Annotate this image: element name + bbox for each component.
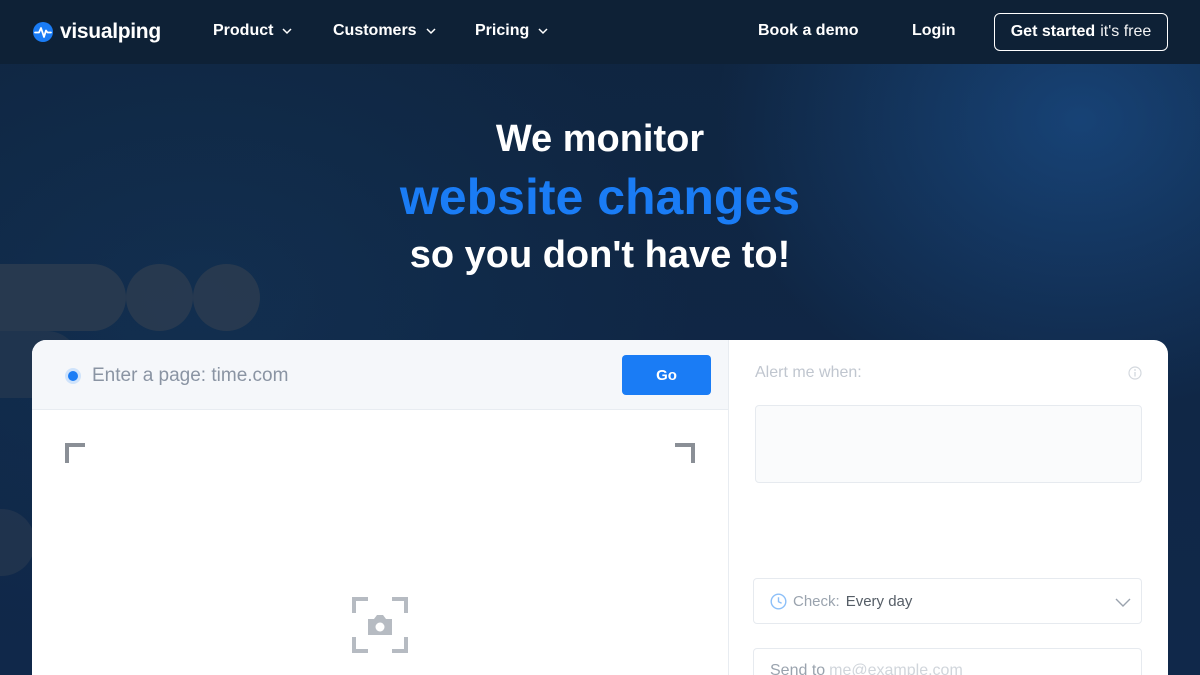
email-input[interactable] xyxy=(829,662,1130,675)
chevron-down-icon xyxy=(1115,598,1131,607)
book-demo-link[interactable]: Book a demo xyxy=(758,22,858,40)
get-started-button[interactable]: Get started it's free xyxy=(994,13,1168,51)
monitor-form-card: Go Alert me when: xyxy=(32,340,1168,675)
nav-product[interactable]: Product xyxy=(213,22,293,40)
frame-corner-icon xyxy=(675,443,695,463)
check-label: Check: xyxy=(793,592,840,610)
camera-frame-icon xyxy=(352,597,408,653)
info-icon[interactable] xyxy=(1128,366,1142,380)
clock-icon xyxy=(770,592,787,610)
nav-product-label: Product xyxy=(213,22,274,39)
chevron-down-icon xyxy=(426,28,436,35)
nav-pricing-label: Pricing xyxy=(475,22,530,39)
top-navigation: visualping Product Customers Pricing Boo… xyxy=(0,0,1200,64)
send-to-label: Send to xyxy=(770,662,826,675)
logo[interactable]: visualping xyxy=(32,20,161,44)
cta-light-text: it's free xyxy=(1100,23,1152,40)
url-input[interactable] xyxy=(92,361,612,391)
check-frequency-select[interactable]: Check: Every day xyxy=(753,578,1142,624)
nav-customers[interactable]: Customers xyxy=(333,22,437,40)
hero-line-2: website changes xyxy=(399,169,801,225)
radio-selected-icon[interactable] xyxy=(65,368,81,384)
hero-line-3: so you don't have to! xyxy=(409,234,791,276)
logo-text: visualping xyxy=(60,20,161,43)
preview-panel: Go xyxy=(32,340,728,675)
alert-condition-textarea[interactable] xyxy=(755,405,1142,483)
cta-strong-text: Get started xyxy=(1010,23,1096,40)
check-value: Every day xyxy=(845,592,913,610)
settings-panel: Alert me when: Check: Every day Send to xyxy=(729,340,1168,675)
chevron-down-icon xyxy=(282,28,292,35)
login-link[interactable]: Login xyxy=(912,22,956,40)
go-button[interactable]: Go xyxy=(622,355,711,395)
send-to-field: Send to xyxy=(753,648,1142,675)
frame-corner-icon xyxy=(65,443,85,463)
url-bar: Go xyxy=(32,340,728,410)
chevron-down-icon xyxy=(538,28,548,35)
pulse-logo-icon xyxy=(33,22,53,42)
hero-line-1: We monitor xyxy=(495,118,705,160)
nav-pricing[interactable]: Pricing xyxy=(475,22,549,40)
alert-label: Alert me when: xyxy=(755,364,862,381)
nav-customers-label: Customers xyxy=(333,22,417,39)
